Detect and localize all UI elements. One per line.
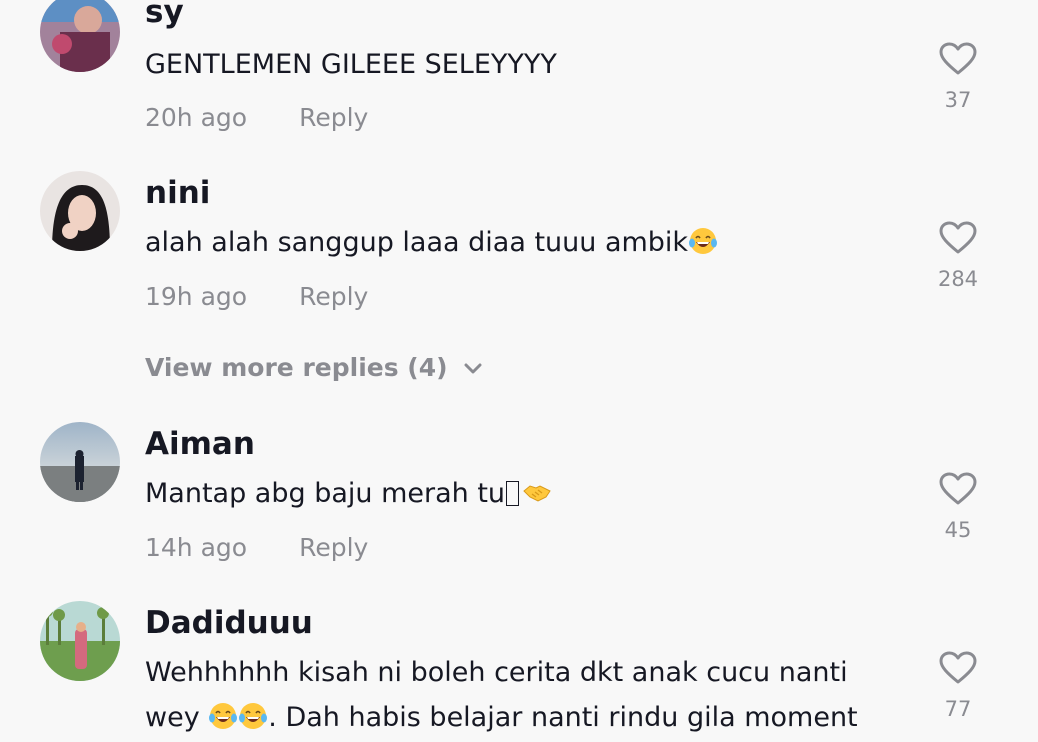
heart-icon[interactable] — [939, 42, 977, 76]
avatar[interactable] — [40, 171, 120, 251]
face-with-tears-of-joy-icon — [689, 228, 718, 254]
like-count: 284 — [937, 267, 979, 291]
comment-text-fragment: . Dah habis belajar nanti rindu gila mom… — [268, 702, 858, 733]
comment-text: Mantap abg baju merah tu — [145, 471, 905, 516]
comment-meta: 20h ago Reply — [145, 103, 368, 132]
comment-text-line: wey . Dah habis belajar nanti rindu gila… — [145, 695, 905, 740]
comment-username[interactable]: sy — [145, 0, 184, 30]
face-with-tears-of-joy-icon — [209, 703, 238, 729]
view-more-replies-button[interactable]: View more replies (4) — [145, 353, 482, 382]
comment-text: Wehhhhhh kisah ni boleh cerita dkt anak … — [145, 650, 905, 740]
comment-text-body: alah alah sanggup laaa diaa tuuu ambik — [145, 227, 689, 258]
comment-text: GENTLEMEN GILEEE SELEYYYY — [145, 49, 557, 80]
handshake-icon — [523, 485, 551, 502]
comment-text-fragment: wey — [145, 702, 200, 733]
like-control: 284 — [918, 221, 998, 291]
like-control: 77 — [918, 651, 998, 721]
avatar[interactable] — [40, 601, 120, 681]
comment-username[interactable]: nini — [145, 175, 210, 211]
face-with-tears-of-joy-icon — [239, 703, 268, 729]
avatar[interactable] — [40, 0, 120, 72]
reply-button[interactable]: Reply — [299, 533, 368, 562]
comment-meta: 19h ago Reply — [145, 282, 368, 311]
reply-button[interactable]: Reply — [299, 282, 368, 311]
comment-text-line: Wehhhhhh kisah ni boleh cerita dkt anak … — [145, 657, 848, 688]
missing-glyph-icon — [506, 481, 520, 506]
chevron-down-icon — [464, 363, 482, 374]
like-count: 45 — [944, 518, 972, 542]
comment-text-body: Mantap abg baju merah tu — [145, 478, 506, 509]
comment-timestamp: 14h ago — [145, 533, 248, 562]
like-count: 77 — [944, 697, 972, 721]
comment-timestamp: 19h ago — [145, 282, 248, 311]
comment-username[interactable]: Aiman — [145, 426, 255, 462]
like-count: 37 — [944, 88, 972, 112]
avatar[interactable] — [40, 422, 120, 502]
comment-text: alah alah sanggup laaa diaa tuuu ambik — [145, 220, 905, 265]
reply-button[interactable]: Reply — [299, 103, 368, 132]
heart-icon[interactable] — [939, 221, 977, 255]
comment-meta: 14h ago Reply — [145, 533, 368, 562]
like-control: 45 — [918, 472, 998, 542]
view-more-replies-label: View more replies (4) — [145, 353, 448, 382]
comment-timestamp: 20h ago — [145, 103, 248, 132]
heart-icon[interactable] — [939, 651, 977, 685]
comment-username[interactable]: Dadiduuu — [145, 605, 313, 641]
heart-icon[interactable] — [939, 472, 977, 506]
like-control: 37 — [918, 42, 998, 112]
